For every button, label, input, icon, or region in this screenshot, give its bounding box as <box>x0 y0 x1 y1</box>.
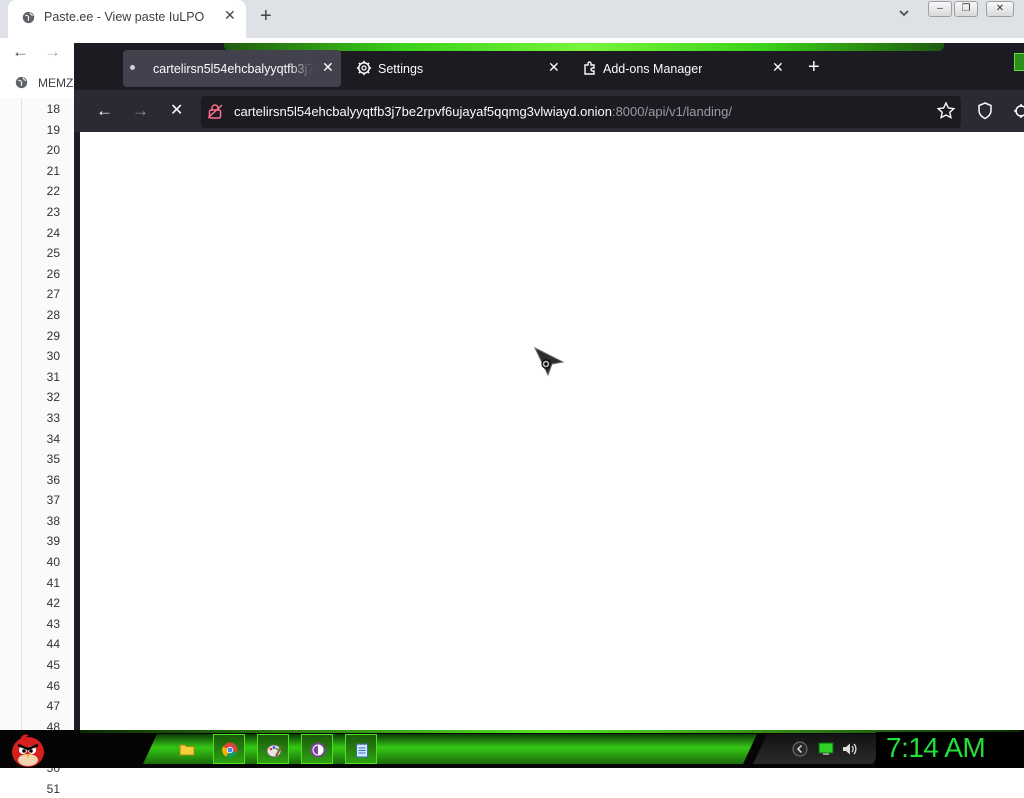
folder-icon <box>179 744 195 756</box>
tab-onion-site[interactable]: cartelirsn5l54ehcbalyyqtfb3j7be ✕ <box>123 50 341 87</box>
firefox-tab-strip: cartelirsn5l54ehcbalyyqtfb3j7be ✕ Settin… <box>74 43 1024 89</box>
close-icon[interactable]: ✕ <box>548 59 560 76</box>
forward-icon[interactable]: → <box>132 102 149 119</box>
taskbar: 7:14 AM <box>0 730 1024 768</box>
chrome-tab-paste[interactable]: Paste.ee - View paste IuLPO ✕ <box>8 0 246 38</box>
line-number: 37 <box>46 493 60 508</box>
taskbar-clock[interactable]: 7:14 AM <box>886 732 986 764</box>
taskbar-tor-browser[interactable] <box>301 734 333 764</box>
lock-icon[interactable] <box>208 103 222 119</box>
line-number: 31 <box>46 369 60 384</box>
url-path: :8000/api/v1/landing/ <box>611 104 732 119</box>
line-number: 23 <box>46 204 60 219</box>
close-window-button[interactable]: ✕ <box>986 1 1014 17</box>
plus-icon[interactable]: + <box>808 57 820 77</box>
taskbar-chrome[interactable] <box>213 734 245 764</box>
speaker-icon[interactable] <box>842 741 858 757</box>
chevron-icon[interactable] <box>792 741 808 757</box>
line-number: 42 <box>46 596 60 611</box>
page-content[interactable] <box>80 132 1024 730</box>
back-icon[interactable]: ← <box>96 102 113 119</box>
line-number: 18 <box>46 102 60 116</box>
chevron-down-icon[interactable] <box>898 7 910 19</box>
tab-settings[interactable]: Settings ✕ <box>348 50 566 87</box>
line-number: 36 <box>46 472 60 487</box>
chrome-icon <box>222 742 238 758</box>
close-icon[interactable]: ✕ <box>322 59 334 76</box>
line-number: 20 <box>46 143 60 158</box>
notepad-icon <box>356 743 368 758</box>
tab-label: cartelirsn5l54ehcbalyyqtfb3j7be <box>153 62 313 76</box>
firefox-window: cartelirsn5l54ehcbalyyqtfb3j7be ✕ Settin… <box>74 43 1024 730</box>
line-number-gutter: 18 19 20 21 22 23 24 25 26 27 28 29 30 31 32 33 34 35 36 37… <box>24 98 60 798</box>
gear-icon <box>356 60 372 76</box>
url-host: cartelirsn5l54ehcbalyyqtfb3j7be2rpvf6uja… <box>234 104 612 119</box>
tab-label: Settings <box>378 62 424 76</box>
network-icon[interactable] <box>818 741 834 757</box>
line-number: 45 <box>46 658 60 673</box>
taskbar-explorer[interactable] <box>171 734 203 764</box>
cursor-icon <box>534 347 564 377</box>
line-number: 30 <box>46 349 60 364</box>
line-number: 41 <box>46 575 60 590</box>
globe-icon <box>15 76 28 89</box>
line-number: 51 <box>46 781 60 796</box>
line-number: 38 <box>46 513 60 528</box>
line-number: 21 <box>46 163 60 178</box>
line-number: 27 <box>46 287 60 302</box>
back-icon[interactable]: ← <box>12 42 29 62</box>
forward-icon[interactable]: → <box>44 42 61 62</box>
line-number: 39 <box>46 534 60 549</box>
loading-dot <box>130 65 135 70</box>
gutter-divider <box>21 98 22 730</box>
extension-icon[interactable] <box>1012 101 1024 121</box>
line-number: 44 <box>46 637 60 652</box>
tor-icon <box>310 742 326 758</box>
plus-icon[interactable]: + <box>260 5 272 28</box>
close-icon[interactable]: ✕ <box>772 59 784 76</box>
window-control[interactable] <box>1014 53 1024 71</box>
close-icon[interactable]: ✕ <box>224 7 236 24</box>
chrome-tab-title: Paste.ee - View paste IuLPO <box>44 10 205 24</box>
globe-icon <box>22 11 35 24</box>
line-number: 34 <box>46 431 60 446</box>
paint-icon <box>266 744 282 758</box>
line-number: 32 <box>46 390 60 405</box>
url-text[interactable]: cartelirsn5l54ehcbalyyqtfb3j7be2rpvf6uja… <box>234 104 732 119</box>
star-icon[interactable] <box>936 101 956 121</box>
line-number: 28 <box>46 307 60 322</box>
shield-icon[interactable] <box>975 101 995 121</box>
tab-label: Add-ons Manager <box>603 62 703 76</box>
line-number: 40 <box>46 555 60 570</box>
bookmark-memz[interactable]: MEMZ <box>38 76 73 90</box>
line-number: 25 <box>46 246 60 261</box>
line-number: 46 <box>46 678 60 693</box>
puzzle-icon <box>584 61 595 75</box>
maximize-button[interactable]: ❐ <box>954 1 978 17</box>
chrome-tab-strip: Paste.ee - View paste IuLPO ✕ + – ❐ ✕ <box>0 0 1024 38</box>
line-number: 29 <box>46 328 60 343</box>
line-number: 47 <box>46 699 60 714</box>
line-number: 22 <box>46 184 60 199</box>
line-number: 19 <box>46 122 60 137</box>
minimize-button[interactable]: – <box>928 1 952 17</box>
stop-icon[interactable]: ✕ <box>170 102 183 119</box>
line-number: 43 <box>46 616 60 631</box>
taskbar-notepad[interactable] <box>345 734 377 764</box>
angry-bird-icon[interactable] <box>8 730 48 768</box>
line-number: 33 <box>46 410 60 425</box>
line-number: 26 <box>46 266 60 281</box>
line-number: 35 <box>46 452 60 467</box>
tab-addons-manager[interactable]: Add-ons Manager ✕ <box>574 50 792 87</box>
line-number: 24 <box>46 225 60 240</box>
taskbar-paint[interactable] <box>257 734 289 764</box>
